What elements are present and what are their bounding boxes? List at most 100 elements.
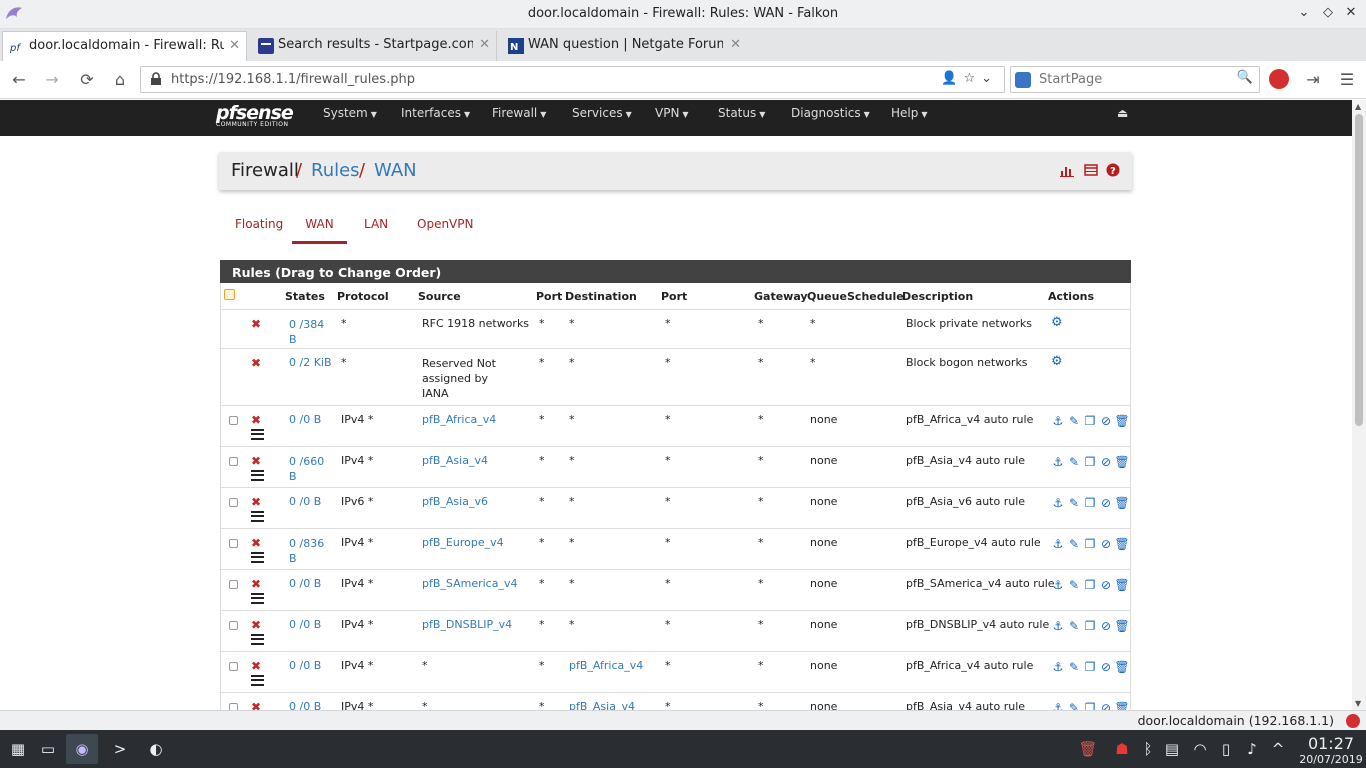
select-all-checkbox[interactable] [224, 289, 235, 300]
menu-icon[interactable]: ☰ [1337, 70, 1357, 90]
anchor-icon[interactable]: ⚓ [1050, 536, 1066, 552]
delete-icon[interactable]: 🗑 [1114, 495, 1130, 511]
copy-icon[interactable]: ❐ [1082, 454, 1098, 470]
states-link[interactable]: 0 /836 B [289, 536, 329, 566]
menu-help[interactable]: Help ▼ [891, 100, 928, 136]
states-link[interactable]: 0 /0 B [289, 700, 321, 710]
disable-icon[interactable]: ⊘ [1098, 536, 1114, 552]
back-icon[interactable]: ← [9, 70, 29, 90]
tab-lan[interactable]: LAN [364, 217, 388, 231]
falkon-task-icon[interactable]: ◉ [72, 739, 92, 759]
anchor-icon[interactable]: ⚓ [1050, 659, 1066, 675]
anchor-icon[interactable]: ⚓ [1050, 495, 1066, 511]
page-scrollbar[interactable]: ▲ ▼ [1352, 100, 1366, 710]
bookmark-star-icon[interactable]: ☆ [963, 71, 981, 86]
row-checkbox[interactable] [229, 416, 238, 425]
anchor-icon[interactable]: ⚓ [1050, 618, 1066, 634]
search-input[interactable] [1039, 70, 1229, 89]
table-row[interactable]: ✖ 0 /836 B IPv4 * pfB_Europe_v4 * * * * … [221, 529, 1130, 570]
dropdown-icon[interactable]: ⌄ [981, 71, 998, 86]
table-row[interactable]: ✖ 0 /0 B IPv4 * pfB_SAmerica_v4 * * * * … [221, 570, 1130, 611]
tab-close-icon[interactable]: ✕ [479, 31, 490, 59]
tab-floating[interactable]: Floating [235, 217, 283, 231]
breadcrumb-rules[interactable]: Rules [311, 160, 360, 181]
ghost-tray-icon[interactable]: ☗ [1112, 739, 1132, 759]
tux-task-icon[interactable]: ◐ [146, 739, 166, 759]
row-checkbox[interactable] [229, 457, 238, 466]
adblock-icon[interactable] [1269, 69, 1289, 89]
forward-icon[interactable]: → [42, 70, 62, 90]
menu-system[interactable]: System ▼ [323, 100, 377, 136]
table-row[interactable]: ✖ 0 /2 KiB * Reserved Not assigned by IA… [221, 349, 1130, 406]
delete-icon[interactable]: 🗑 [1114, 577, 1130, 593]
pfsense-logo[interactable]: pfsense COMMUNITY EDITION [216, 102, 306, 134]
edit-icon[interactable]: ✎ [1066, 659, 1082, 675]
reload-icon[interactable]: ⟳ [77, 70, 97, 90]
states-link[interactable]: 0 /660 B [289, 454, 329, 484]
clock[interactable]: 01:27 20/07/2019 [1296, 734, 1366, 766]
logout-icon[interactable]: ⏏ [1117, 106, 1128, 120]
scrollbar-thumb[interactable] [1355, 114, 1363, 426]
states-link[interactable]: 0 /0 B [289, 659, 321, 672]
breadcrumb-wan[interactable]: WAN [374, 160, 417, 181]
search-bar[interactable]: 🔍 [1010, 66, 1260, 93]
browser-tab-netgate[interactable]: N WAN question | Netgate Forum ✕ [502, 31, 747, 61]
source-alias-link[interactable]: pfB_Africa_v4 [422, 413, 496, 426]
copy-icon[interactable]: ❐ [1082, 577, 1098, 593]
anchor-icon[interactable]: ⚓ [1050, 577, 1066, 593]
browser-tab-firewall[interactable]: pf door.localdomain - Firewall: Ru… ✕ [2, 31, 247, 61]
table-row[interactable]: ✖ 0 /0 B IPv4 * pfB_Africa_v4 * * * * no… [221, 406, 1130, 447]
menu-diagnostics[interactable]: Diagnostics ▼ [791, 100, 870, 136]
url-bar[interactable]: https://192.168.1.1/firewall_rules.php 👤… [140, 66, 1005, 93]
dest-alias-link[interactable]: pfB_Asia_v4 [569, 700, 635, 710]
row-checkbox[interactable] [229, 621, 238, 630]
settings-gear-icon[interactable]: ⚙ [1051, 354, 1063, 369]
sidebar-toggle-icon[interactable]: ⇥ [1303, 70, 1323, 90]
copy-icon[interactable]: ❐ [1082, 700, 1098, 710]
table-row[interactable]: ✖ 0 /0 B IPv4 * * * pfB_Asia_v4 * * none… [221, 693, 1130, 710]
menu-services[interactable]: Services ▼ [572, 100, 632, 136]
copy-icon[interactable]: ❐ [1082, 413, 1098, 429]
menu-status[interactable]: Status ▼ [718, 100, 765, 136]
states-link[interactable]: 0 /2 KiB [289, 356, 332, 369]
tab-close-icon[interactable]: ✕ [229, 32, 240, 60]
states-link[interactable]: 0 /0 B [289, 413, 321, 426]
edit-icon[interactable]: ✎ [1066, 413, 1082, 429]
source-alias-link[interactable]: pfB_SAmerica_v4 [422, 577, 517, 590]
edit-icon[interactable]: ✎ [1066, 700, 1082, 710]
disable-icon[interactable]: ⊘ [1098, 454, 1114, 470]
scroll-down-icon[interactable]: ▼ [1355, 699, 1361, 708]
table-row[interactable]: ✖ 0 /0 B IPv4 * pfB_DNSBLIP_v4 * * * * n… [221, 611, 1130, 652]
minimize-icon[interactable]: ⌄ [1296, 5, 1312, 21]
edit-icon[interactable]: ✎ [1066, 536, 1082, 552]
states-link[interactable]: 0 /384 B [289, 317, 329, 347]
trash-icon[interactable]: 🗑 [1078, 739, 1098, 759]
url-actions[interactable]: 👤☆⌄ [941, 71, 998, 86]
row-checkbox[interactable] [229, 539, 238, 548]
tab-openvpn[interactable]: OpenVPN [417, 217, 473, 231]
states-link[interactable]: 0 /0 B [289, 618, 321, 631]
disable-icon[interactable]: ⊘ [1098, 413, 1114, 429]
row-checkbox[interactable] [229, 580, 238, 589]
edit-icon[interactable]: ✎ [1066, 618, 1082, 634]
table-row[interactable]: ✖ 0 /384 B * RFC 1918 networks * * * * *… [221, 310, 1130, 349]
row-checkbox[interactable] [229, 498, 238, 507]
terminal-task-icon[interactable]: > [110, 739, 130, 759]
source-alias-link[interactable]: pfB_DNSBLIP_v4 [422, 618, 512, 631]
help-icon[interactable]: ? [1106, 163, 1120, 177]
edit-icon[interactable]: ✎ [1066, 577, 1082, 593]
tab-close-icon[interactable]: ✕ [730, 31, 741, 59]
edit-icon[interactable]: ✎ [1066, 495, 1082, 511]
dest-alias-link[interactable]: pfB_Africa_v4 [569, 659, 643, 672]
battery-icon[interactable]: ▯ [1216, 739, 1236, 759]
maximize-icon[interactable]: ◇ [1320, 5, 1336, 21]
copy-icon[interactable]: ❐ [1082, 618, 1098, 634]
volume-icon[interactable]: ♪ [1242, 739, 1262, 759]
source-alias-link[interactable]: pfB_Asia_v4 [422, 454, 488, 467]
row-checkbox[interactable] [229, 703, 238, 710]
disable-icon[interactable]: ⊘ [1098, 577, 1114, 593]
table-row[interactable]: ✖ 0 /660 B IPv4 * pfB_Asia_v4 * * * * no… [221, 447, 1130, 488]
tab-wan[interactable]: WAN [292, 217, 347, 244]
menu-interfaces[interactable]: Interfaces ▼ [401, 100, 470, 136]
states-link[interactable]: 0 /0 B [289, 577, 321, 590]
